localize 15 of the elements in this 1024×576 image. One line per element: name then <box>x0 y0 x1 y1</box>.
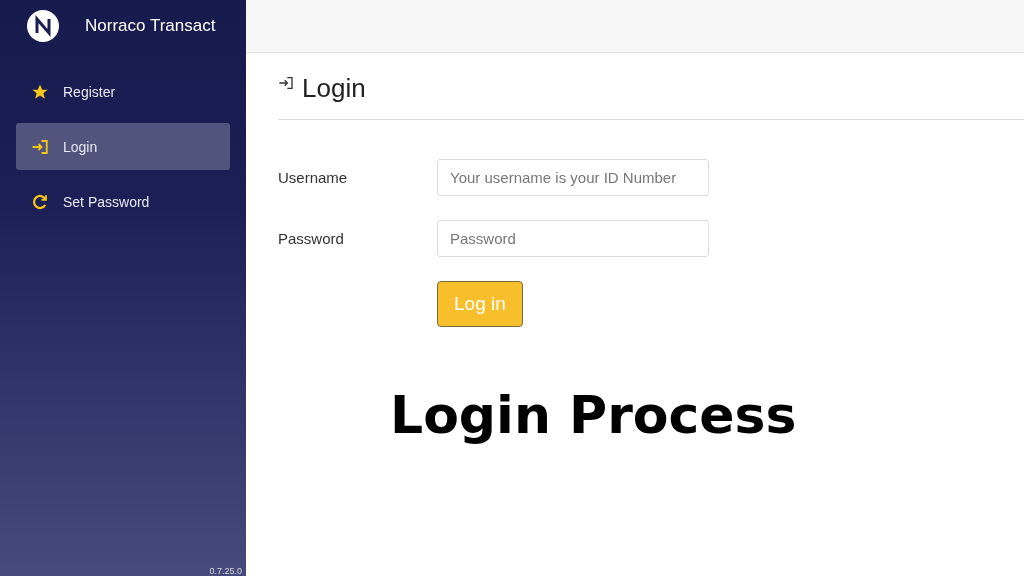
nav-item[interactable]: Login <box>16 123 230 170</box>
version-text: 0.7.25.0 <box>209 567 242 576</box>
input-field[interactable]: Password <box>437 220 709 257</box>
field-label: Username <box>278 169 349 186</box>
nav-item[interactable]: Set Password <box>16 178 230 225</box>
login-icon <box>278 75 294 91</box>
app-name: Norraco Transact <box>85 16 216 36</box>
nav-item[interactable]: Register <box>16 68 230 115</box>
logo-icon <box>27 10 59 42</box>
field-label: Password <box>278 230 345 247</box>
caption-heading: Login Process <box>390 385 797 445</box>
login-icon <box>31 137 49 156</box>
refresh-icon <box>31 192 49 211</box>
page-title: Login <box>302 73 366 103</box>
input-field[interactable]: Your username is your ID Number <box>437 159 709 196</box>
